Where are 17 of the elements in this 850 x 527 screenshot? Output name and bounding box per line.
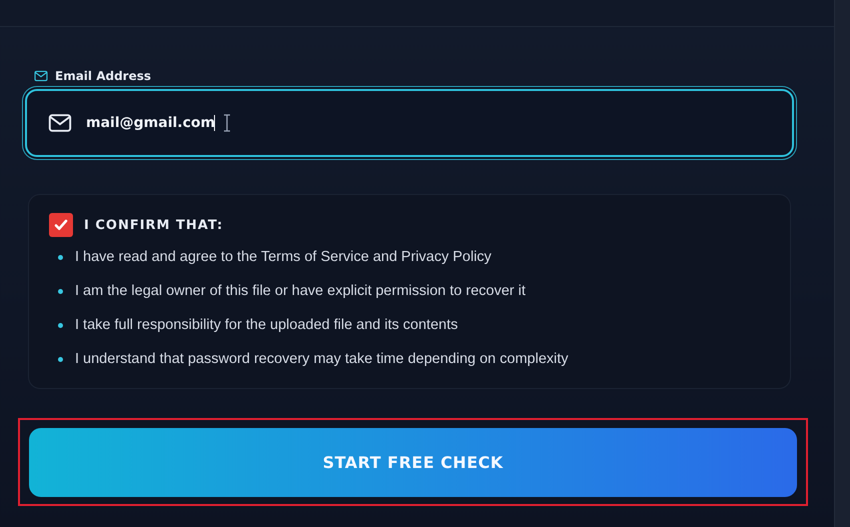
bullet-icon — [58, 357, 63, 362]
email-input[interactable]: mail@gmail.com — [86, 115, 215, 131]
checkbox[interactable] — [49, 213, 73, 237]
field-label: Email Address — [55, 69, 152, 83]
text-cursor-icon — [223, 114, 231, 132]
bullet-icon — [58, 323, 63, 328]
confirm-heading: I CONFIRM THAT: — [84, 218, 224, 232]
confirm-item: I am the legal owner of this file or have explicit permission to recover it — [75, 282, 526, 301]
confirm-item: I understand that password recovery may take time depending on complexity — [75, 350, 568, 369]
bullet-icon — [58, 255, 63, 260]
email-field[interactable]: mail@gmail.com — [25, 89, 794, 157]
bullet-icon — [58, 289, 63, 294]
confirm-item: I take full responsibility for the uploaded file and its contents — [75, 316, 458, 335]
checkmark-icon — [53, 217, 69, 233]
confirm-item: I have read and agree to the Terms of Service and Privacy Policy — [75, 248, 492, 267]
mail-icon — [48, 111, 72, 135]
mail-icon — [34, 69, 48, 83]
